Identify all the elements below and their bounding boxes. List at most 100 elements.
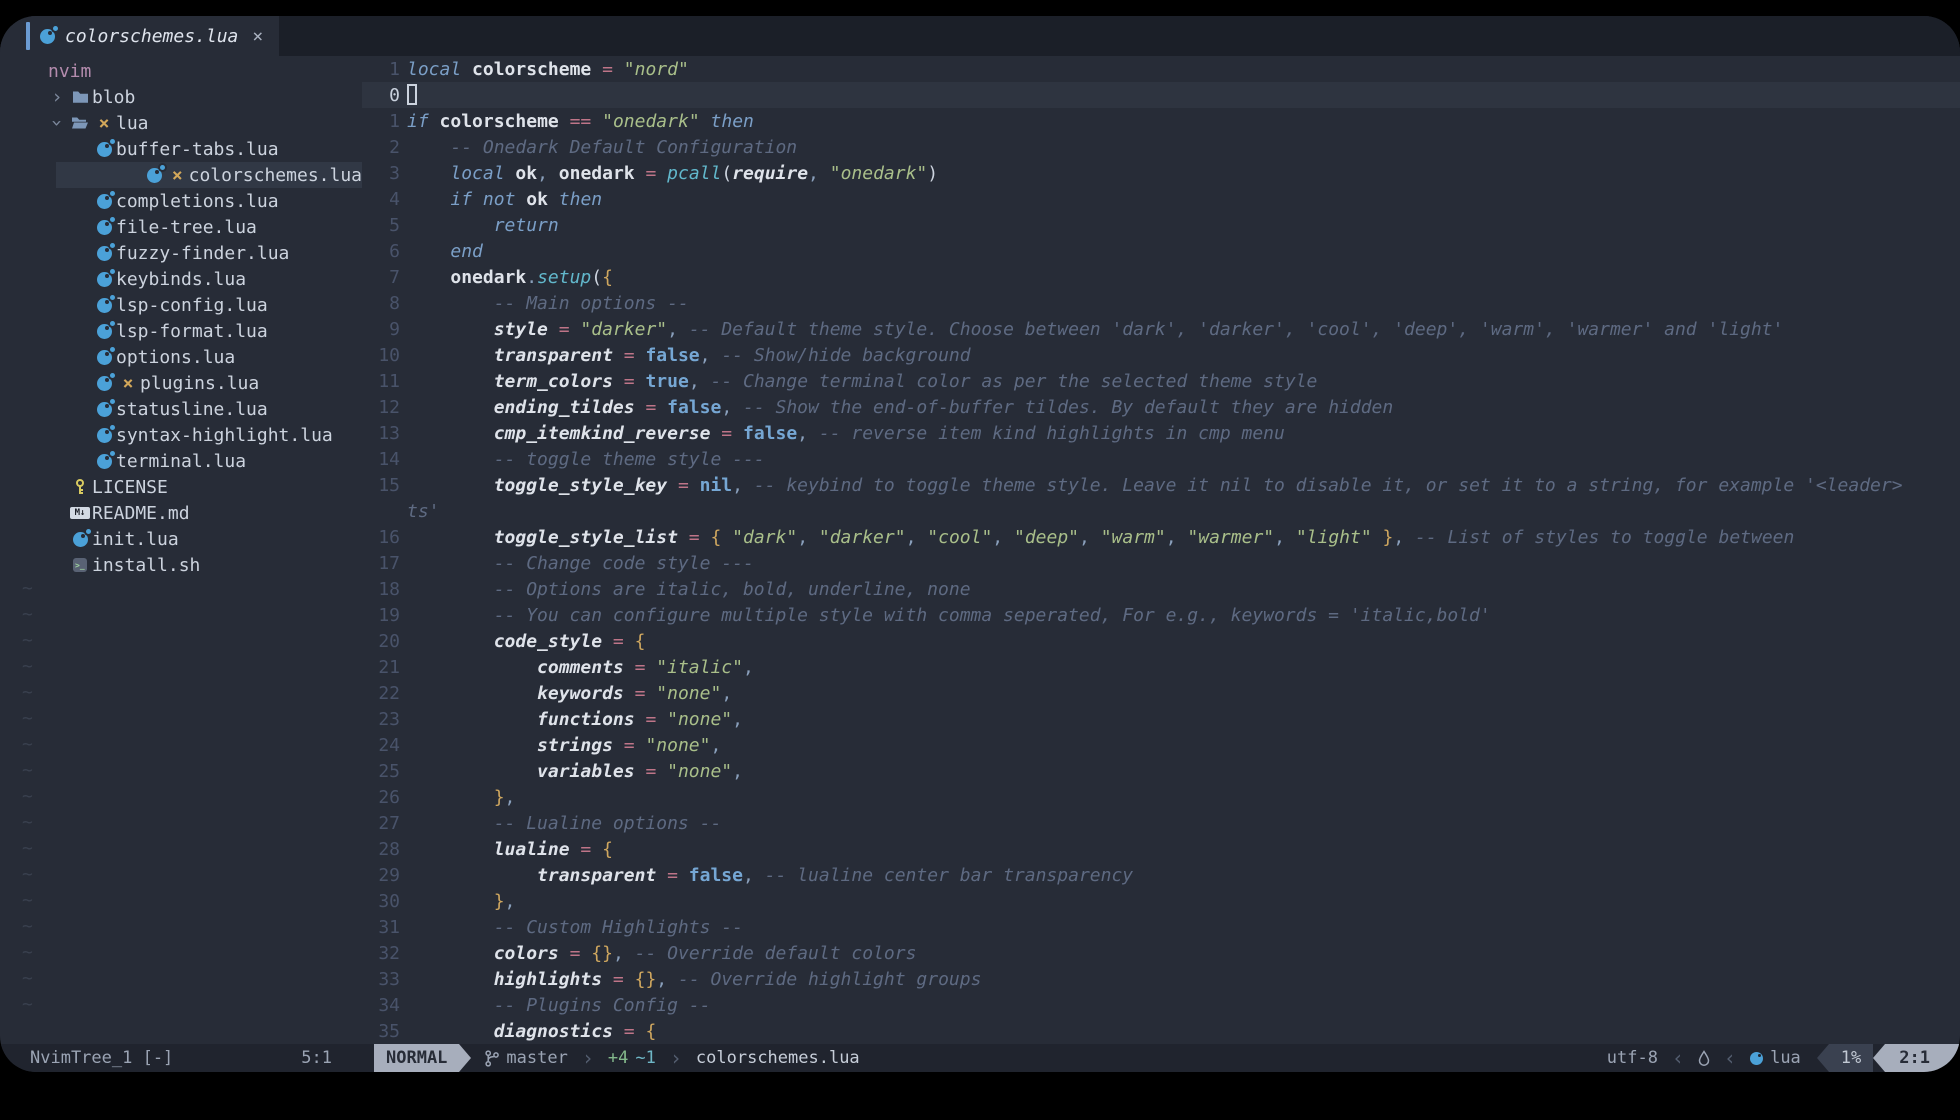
code-line: 32 colors = {}, -- Override default colo… bbox=[362, 940, 1960, 966]
tree-item-keybinds-lua[interactable]: keybinds.lua bbox=[0, 266, 362, 292]
code-line: 2 -- Onedark Default Configuration bbox=[362, 134, 1960, 160]
code-text: cmp_itemkind_reverse = false, -- reverse… bbox=[407, 423, 1285, 444]
lua-file-icon bbox=[68, 532, 92, 547]
tree-item-file-tree-lua[interactable]: file-tree.lua bbox=[0, 214, 362, 240]
tree-item-colorschemes-lua[interactable]: ×colorschemes.lua bbox=[56, 162, 362, 188]
code-text: keywords = "none", bbox=[407, 683, 732, 704]
git-branch-icon bbox=[485, 1050, 499, 1067]
tree-item-plugins-lua[interactable]: ×plugins.lua bbox=[0, 370, 362, 396]
tree-item-label: init.lua bbox=[92, 529, 179, 550]
line-number: 14 bbox=[362, 449, 404, 470]
lua-file-icon bbox=[92, 142, 116, 157]
code-line: 34 -- Plugins Config -- bbox=[362, 992, 1960, 1018]
code-editor[interactable]: 1local colorscheme = "nord"01if colorsch… bbox=[362, 56, 1960, 1044]
empty-line-marker: ~ bbox=[0, 656, 362, 682]
nvimtree-cursor-position: 5:1 bbox=[301, 1048, 332, 1068]
code-text: functions = "none", bbox=[407, 709, 743, 730]
code-text: -- Options are italic, bold, underline, … bbox=[407, 579, 971, 600]
tree-item-fuzzy-finder-lua[interactable]: fuzzy-finder.lua bbox=[0, 240, 362, 266]
tree-item-lua[interactable]: ›×lua bbox=[0, 110, 362, 136]
lua-file-icon bbox=[92, 376, 116, 391]
code-line: 20 code_style = { bbox=[362, 628, 1960, 654]
tree-item-label: options.lua bbox=[116, 347, 235, 368]
tab-colorschemes[interactable]: colorschemes.lua × bbox=[0, 16, 279, 56]
code-line: 29 transparent = false, -- lualine cente… bbox=[362, 862, 1960, 888]
tree-item-label: blob bbox=[92, 87, 135, 108]
code-line: 33 highlights = {}, -- Override highligh… bbox=[362, 966, 1960, 992]
lua-file-icon bbox=[92, 272, 116, 287]
empty-line-marker: ~ bbox=[0, 994, 362, 1020]
tree-item-readme-md[interactable]: M↓README.md bbox=[0, 500, 362, 526]
code-line: 8 -- Main options -- bbox=[362, 290, 1960, 316]
chevron-down-icon[interactable]: › bbox=[46, 112, 68, 134]
code-text: end bbox=[407, 241, 483, 262]
tabline-empty-area bbox=[279, 16, 1960, 56]
powerline-arrow-icon bbox=[1873, 1044, 1885, 1072]
code-line: 28 lualine = { bbox=[362, 836, 1960, 862]
code-line: 6 end bbox=[362, 238, 1960, 264]
code-text: strings = "none", bbox=[407, 735, 721, 756]
code-line: 22 keywords = "none", bbox=[362, 680, 1960, 706]
line-number: 8 bbox=[362, 293, 404, 314]
line-number: 0 bbox=[362, 85, 404, 106]
code-line: 14 -- toggle theme style --- bbox=[362, 446, 1960, 472]
tree-item-terminal-lua[interactable]: terminal.lua bbox=[0, 448, 362, 474]
line-number: 10 bbox=[362, 345, 404, 366]
git-branch-name: master bbox=[506, 1048, 567, 1068]
mode-indicator: NORMAL bbox=[374, 1044, 459, 1072]
code-text: term_colors = true, -- Change terminal c… bbox=[407, 371, 1317, 392]
tree-item-lsp-config-lua[interactable]: lsp-config.lua bbox=[0, 292, 362, 318]
tab-close-icon[interactable]: × bbox=[252, 26, 263, 47]
tree-item-license[interactable]: LICENSE bbox=[0, 474, 362, 500]
tree-item-init-lua[interactable]: init.lua bbox=[0, 526, 362, 552]
git-modified-icon: × bbox=[116, 373, 140, 394]
code-line: 25 variables = "none", bbox=[362, 758, 1960, 784]
git-diff-section: +4 ~1 bbox=[608, 1048, 656, 1068]
tree-item-lsp-format-lua[interactable]: lsp-format.lua bbox=[0, 318, 362, 344]
code-line: 24 strings = "none", bbox=[362, 732, 1960, 758]
markdown-icon: M↓ bbox=[68, 507, 92, 519]
tree-item-install-sh[interactable]: >_install.sh bbox=[0, 552, 362, 578]
code-line: 23 functions = "none", bbox=[362, 706, 1960, 732]
code-text bbox=[407, 84, 417, 106]
git-added-count: +4 bbox=[608, 1048, 628, 1068]
line-number: 1 bbox=[362, 111, 404, 132]
lua-file-icon bbox=[92, 402, 116, 417]
code-line: 0 bbox=[362, 82, 1960, 108]
code-text: lualine = { bbox=[407, 839, 613, 860]
tree-item-label: file-tree.lua bbox=[116, 217, 257, 238]
line-number: 6 bbox=[362, 241, 404, 262]
tree-item-label: keybinds.lua bbox=[116, 269, 246, 290]
line-number: 13 bbox=[362, 423, 404, 444]
droplet-icon bbox=[1698, 1050, 1710, 1066]
tree-item-syntax-highlight-lua[interactable]: syntax-highlight.lua bbox=[0, 422, 362, 448]
code-text: return bbox=[407, 215, 559, 236]
line-number: 30 bbox=[362, 891, 404, 912]
tree-item-buffer-tabs-lua[interactable]: buffer-tabs.lua bbox=[0, 136, 362, 162]
tree-item-completions-lua[interactable]: completions.lua bbox=[0, 188, 362, 214]
empty-line-marker: ~ bbox=[0, 864, 362, 890]
lua-file-icon bbox=[92, 246, 116, 261]
statusline-separator: ‹ bbox=[1672, 1046, 1684, 1070]
code-text: highlights = {}, -- Override highlight g… bbox=[407, 969, 981, 990]
tree-item-statusline-lua[interactable]: statusline.lua bbox=[0, 396, 362, 422]
tree-root-nvim[interactable]: nvim bbox=[0, 58, 362, 84]
tree-item-label: README.md bbox=[92, 503, 190, 524]
code-text: -- Onedark Default Configuration bbox=[407, 137, 797, 158]
line-number: 25 bbox=[362, 761, 404, 782]
line-number: 22 bbox=[362, 683, 404, 704]
file-tree-panel[interactable]: nvim›blob›×luabuffer-tabs.lua×colorschem… bbox=[0, 56, 362, 1044]
statusline-filename: colorschemes.lua bbox=[696, 1048, 860, 1068]
tree-item-options-lua[interactable]: options.lua bbox=[0, 344, 362, 370]
lua-file-icon bbox=[92, 454, 116, 469]
code-text: local colorscheme = "nord" bbox=[407, 59, 689, 80]
code-text: onedark.setup({ bbox=[407, 267, 613, 288]
code-text: -- Custom Highlights -- bbox=[407, 917, 743, 938]
encoding-label: utf-8 bbox=[1607, 1048, 1658, 1068]
code-text: ts' bbox=[407, 501, 440, 522]
tree-item-blob[interactable]: › blob bbox=[0, 84, 362, 110]
line-number: 24 bbox=[362, 735, 404, 756]
tree-item-label: plugins.lua bbox=[140, 373, 259, 394]
chevron-right-icon[interactable]: › bbox=[46, 86, 68, 108]
line-number: 33 bbox=[362, 969, 404, 990]
